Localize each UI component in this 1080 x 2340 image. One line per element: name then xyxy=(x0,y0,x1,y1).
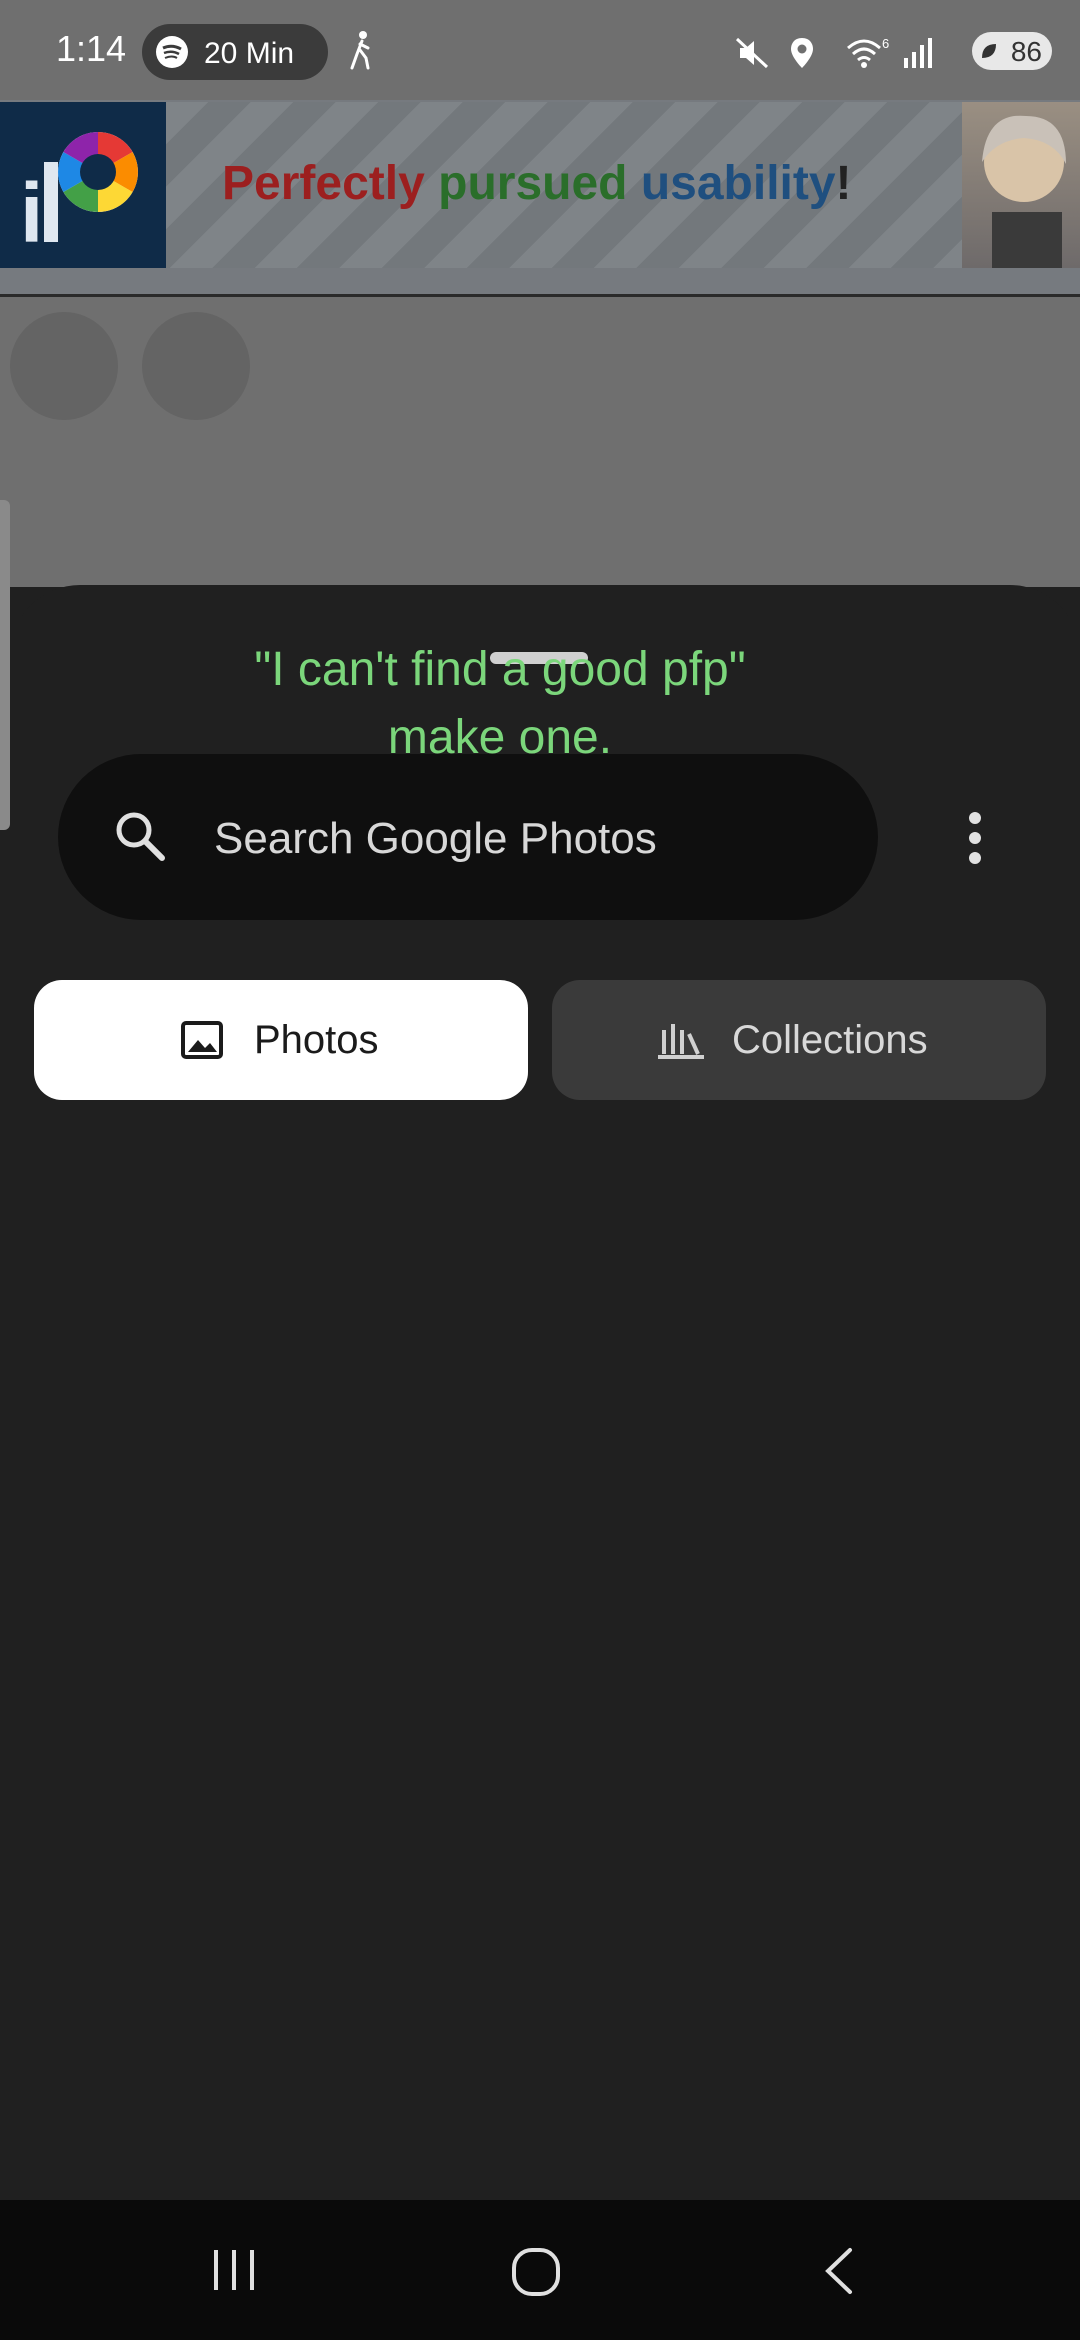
ad-banner[interactable]: i Perfectly pursued usability! xyxy=(0,100,1080,296)
recents-icon[interactable] xyxy=(210,2246,258,2299)
signal-icon xyxy=(902,36,936,75)
status-icons: 6 86 xyxy=(735,24,1052,80)
spotify-timer-pill[interactable]: 20 Min xyxy=(142,24,328,80)
tab-photos[interactable]: Photos xyxy=(34,980,528,1100)
ad-character-image xyxy=(962,102,1080,268)
svg-text:6: 6 xyxy=(882,36,889,51)
search-icon xyxy=(112,808,168,869)
battery-icon: 86 xyxy=(972,32,1052,70)
ad-logo: i xyxy=(0,102,166,268)
home-icon[interactable] xyxy=(510,2246,562,2303)
collections-icon xyxy=(656,1020,706,1065)
spotify-timer-label: 20 Min xyxy=(204,37,295,70)
walk-icon xyxy=(348,30,374,75)
tab-collections[interactable]: Collections xyxy=(552,980,1046,1100)
mute-icon xyxy=(734,36,770,75)
ad-word-1: Perfectly xyxy=(222,157,425,210)
background-circle xyxy=(10,312,118,420)
more-options-icon[interactable] xyxy=(960,808,990,868)
search-bar[interactable]: Search Google Photos xyxy=(58,754,878,920)
image-icon xyxy=(180,1020,224,1065)
video-caption: "I can't find a good pfp" make one. xyxy=(0,636,1000,772)
ad-word-3: usability xyxy=(640,157,836,210)
navigation-bar xyxy=(0,2200,1080,2340)
spotify-icon xyxy=(156,36,188,68)
status-time: 1:14 xyxy=(56,28,127,69)
back-icon[interactable] xyxy=(820,2246,860,2301)
search-placeholder: Search Google Photos xyxy=(214,814,657,863)
battery-level: 86 xyxy=(1010,36,1042,67)
tab-collections-label: Collections xyxy=(732,1018,928,1062)
caption-line-1: "I can't find a good pfp" xyxy=(254,643,746,696)
status-bar: 1:14 20 Min 6 86 xyxy=(0,0,1080,100)
ad-headline: Perfectly pursued usability! xyxy=(222,156,852,211)
background-circle xyxy=(142,312,250,420)
location-icon xyxy=(788,36,816,75)
svg-text:i: i xyxy=(20,166,43,260)
wifi-icon: 6 xyxy=(844,36,892,75)
ad-word-2: pursued xyxy=(438,157,628,210)
tab-photos-label: Photos xyxy=(254,1018,379,1062)
ad-word-4: ! xyxy=(835,157,852,210)
